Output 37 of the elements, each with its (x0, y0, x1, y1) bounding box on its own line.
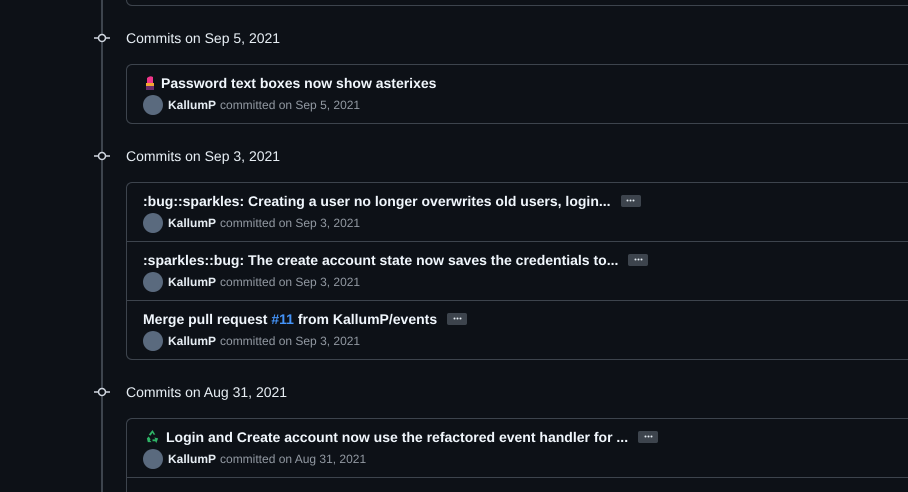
commit-title[interactable]: Login and Create account now use the refactored event handler for ... (166, 428, 628, 444)
commits-date-heading: Commits on Aug 31, 2021 (126, 384, 288, 400)
commits-date-heading: Commits on Sep 5, 2021 (126, 30, 280, 46)
expand-message-button[interactable] (620, 194, 641, 206)
ellipsis-icon (626, 199, 636, 202)
commit-node-icon (94, 33, 110, 43)
commit-title[interactable]: :sparkles::bug: The create account state now saves the credentials to... (143, 252, 618, 268)
pull-request-link[interactable]: #11 (271, 310, 294, 326)
avatar[interactable] (143, 212, 163, 232)
commit-node-icon (94, 387, 110, 397)
avatar[interactable] (143, 330, 163, 350)
commit-title[interactable]: :bug::sparkles: Creating a user no longer overwrites old users, login... (143, 192, 611, 208)
commit-title[interactable]: Password text boxes now show asterixes (161, 74, 436, 90)
commit-node-icon (94, 151, 110, 161)
commit-title[interactable]: Merge pull request #11 from KallumP/events (143, 310, 438, 326)
ellipsis-icon (452, 317, 462, 320)
author-link[interactable]: KallumP (168, 334, 216, 348)
expand-message-button[interactable] (447, 312, 468, 324)
commits-date-heading: Commits on Sep 3, 2021 (126, 148, 280, 164)
expand-message-button[interactable] (638, 430, 658, 442)
commit-date: committed on Sep 5, 2021 (220, 98, 360, 112)
author-link[interactable]: KallumP (168, 452, 216, 466)
expand-message-button[interactable] (628, 254, 648, 266)
author-link[interactable]: KallumP (168, 98, 216, 112)
author-link[interactable]: KallumP (168, 274, 216, 288)
ellipsis-icon (644, 435, 653, 438)
avatar[interactable] (143, 94, 163, 114)
ellipsis-icon (634, 258, 643, 261)
commit-date: committed on Sep 3, 2021 (220, 274, 360, 288)
avatar[interactable] (143, 448, 163, 468)
commit-date: committed on Sep 3, 2021 (220, 334, 360, 348)
author-link[interactable]: KallumP (168, 216, 216, 230)
lipstick-icon (145, 74, 155, 90)
avatar[interactable] (143, 272, 163, 292)
commit-date: committed on Aug 31, 2021 (220, 452, 366, 466)
recycle-icon (145, 429, 160, 444)
commit-date: committed on Sep 3, 2021 (220, 216, 360, 230)
